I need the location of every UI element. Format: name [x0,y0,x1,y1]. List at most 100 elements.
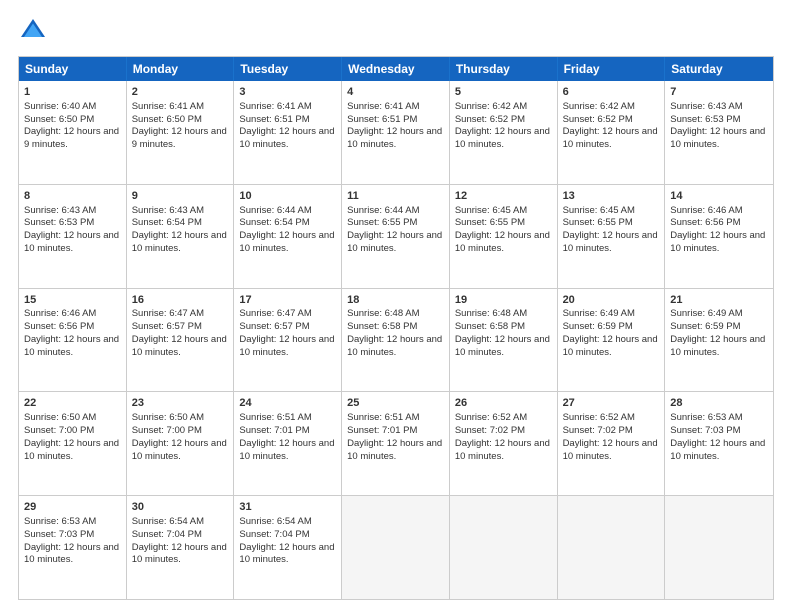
daylight-text: Daylight: 12 hours and 10 minutes. [132,334,227,358]
sunset-text: Sunset: 7:01 PM [239,425,309,436]
day-number: 21 [670,293,768,308]
sunrise-text: Sunrise: 6:52 AM [563,412,635,423]
sunset-text: Sunset: 7:01 PM [347,425,417,436]
daylight-text: Daylight: 12 hours and 10 minutes. [239,230,334,254]
sunrise-text: Sunrise: 6:47 AM [239,308,311,319]
calendar-cell: 30Sunrise: 6:54 AMSunset: 7:04 PMDayligh… [127,496,235,599]
day-number: 13 [563,189,660,204]
daylight-text: Daylight: 12 hours and 10 minutes. [455,126,550,150]
sunset-text: Sunset: 6:55 PM [563,217,633,228]
day-number: 16 [132,293,229,308]
sunset-text: Sunset: 6:51 PM [239,114,309,125]
calendar-cell: 13Sunrise: 6:45 AMSunset: 6:55 PMDayligh… [558,185,666,288]
calendar-cell: 5Sunrise: 6:42 AM Sunset: 6:52 PMDaylight… [450,81,558,184]
calendar-cell: 24Sunrise: 6:51 AMSunset: 7:01 PMDayligh… [234,392,342,495]
sunrise-text: Sunrise: 6:50 AM [132,412,204,423]
sunrise-text: Sunrise: 6:42 AM [455,101,527,112]
sunrise-text: Sunrise: 6:51 AM [347,412,419,423]
day-number: 11 [347,189,444,204]
day-number: 9 [132,189,229,204]
daylight-text: Daylight: 12 hours and 10 minutes. [132,230,227,254]
day-number: 25 [347,396,444,411]
calendar-header-cell: Monday [127,57,235,81]
calendar-cell: 7Sunrise: 6:43 AMSunset: 6:53 PMDaylight… [665,81,773,184]
sunset-text: Sunset: 6:56 PM [670,217,740,228]
calendar-cell: 15Sunrise: 6:46 AMSunset: 6:56 PMDayligh… [19,289,127,392]
day-number: 18 [347,293,444,308]
day-number: 6 [563,85,660,100]
day-number: 24 [239,396,336,411]
sunset-text: Sunset: 6:57 PM [132,321,202,332]
sunrise-text: Sunrise: 6:43 AM [670,101,742,112]
sunset-text: Sunset: 6:55 PM [347,217,417,228]
calendar-cell: 22Sunrise: 6:50 AMSunset: 7:00 PMDayligh… [19,392,127,495]
sunrise-text: Sunrise: 6:41 AM [347,101,419,112]
sunset-text: Sunset: 6:54 PM [132,217,202,228]
calendar-cell: 1Sunrise: 6:40 AMSunset: 6:50 PMDaylight… [19,81,127,184]
sunrise-text: Sunrise: 6:53 AM [24,516,96,527]
calendar-cell: 21Sunrise: 6:49 AMSunset: 6:59 PMDayligh… [665,289,773,392]
calendar-header: SundayMondayTuesdayWednesdayThursdayFrid… [19,57,773,81]
day-number: 26 [455,396,552,411]
sunrise-text: Sunrise: 6:52 AM [455,412,527,423]
sunrise-text: Sunrise: 6:42 AM [563,101,635,112]
calendar-header-cell: Tuesday [234,57,342,81]
calendar-header-cell: Thursday [450,57,558,81]
calendar-cell: 11Sunrise: 6:44 AMSunset: 6:55 PMDayligh… [342,185,450,288]
sunset-text: Sunset: 7:00 PM [24,425,94,436]
calendar-header-cell: Friday [558,57,666,81]
calendar-row: 15Sunrise: 6:46 AM Sunset: 6:56 PM Dayligh… [19,288,773,392]
daylight-text: Daylight: 12 hours and 10 minutes. [24,230,119,254]
calendar-cell: 14Sunrise: 6:46 AMSunset: 6:56 PMDayligh… [665,185,773,288]
daylight-text: Daylight: 12 hours and 10 minutes. [455,334,550,358]
calendar-cell: 28Sunrise: 6:53 AMSunset: 7:03 PMDayligh… [665,392,773,495]
calendar-row: 8Sunrise: 6:43 AMSunset: 6:53 PMDaylight… [19,184,773,288]
calendar-cell: 12Sunrise: 6:45 AMSunset: 6:55 PMDayligh… [450,185,558,288]
sunrise-text: Sunrise: 6:48 AM [455,308,527,319]
sunrise-text: Sunrise: 6:44 AM [239,205,311,216]
calendar-cell [450,496,558,599]
daylight-text: Daylight: 12 hours and 10 minutes. [239,542,334,566]
sunset-text: Sunset: 7:04 PM [239,529,309,540]
sunset-text: Sunset: 6:58 PM [347,321,417,332]
sunrise-text: Sunrise: 6:43 AM [24,205,96,216]
calendar-cell: 18Sunrise: 6:48 AMSunset: 6:58 PMDayligh… [342,289,450,392]
calendar-cell: 26Sunrise: 6:52 AMSunset: 7:02 PMDayligh… [450,392,558,495]
calendar: SundayMondayTuesdayWednesdayThursdayFrid… [18,56,774,600]
sunset-text: Sunset: 7:03 PM [670,425,740,436]
sunrise-text: Sunrise: 6:50 AM [24,412,96,423]
day-number: 19 [455,293,552,308]
calendar-row: 1Sunrise: 6:40 AMSunset: 6:50 PMDaylight… [19,81,773,184]
day-number: 1 [24,85,121,100]
day-number: 30 [132,500,229,515]
daylight-text: Daylight: 12 hours and 10 minutes. [563,230,658,254]
day-number: 29 [24,500,121,515]
day-number: 8 [24,189,121,204]
calendar-cell [342,496,450,599]
day-number: 17 [239,293,336,308]
sunrise-text: Sunrise: 6:49 AM [563,308,635,319]
sunset-text: Sunset: 6:52 PM [455,114,525,125]
day-number: 5 [455,85,552,100]
day-number: 28 [670,396,768,411]
sunset-text: Sunset: 7:02 PM [563,425,633,436]
day-number: 15 [24,293,121,308]
sunrise-text: Sunrise: 6:46 AM [24,308,96,319]
calendar-cell: 27Sunrise: 6:52 AMSunset: 7:02 PMDayligh… [558,392,666,495]
calendar-body: 1Sunrise: 6:40 AMSunset: 6:50 PMDaylight… [19,81,773,599]
logo-icon [18,16,48,46]
day-number: 20 [563,293,660,308]
day-number: 27 [563,396,660,411]
sunset-text: Sunset: 6:57 PM [239,321,309,332]
calendar-header-cell: Sunday [19,57,127,81]
daylight-text: Daylight: 12 hours and 10 minutes. [455,438,550,462]
day-number: 3 [239,85,336,100]
daylight-text: Daylight: 12 hours and 10 minutes. [563,126,658,150]
calendar-header-cell: Wednesday [342,57,450,81]
calendar-cell: 2Sunrise: 6:41 AMSunset: 6:50 PMDaylight… [127,81,235,184]
sunset-text: Sunset: 6:56 PM [24,321,94,332]
calendar-row: 22Sunrise: 6:50 AMSunset: 7:00 PMDayligh… [19,391,773,495]
daylight-text: Daylight: 12 hours and 10 minutes. [239,334,334,358]
day-number: 31 [239,500,336,515]
calendar-cell: 10Sunrise: 6:44 AMSunset: 6:54 PMDayligh… [234,185,342,288]
